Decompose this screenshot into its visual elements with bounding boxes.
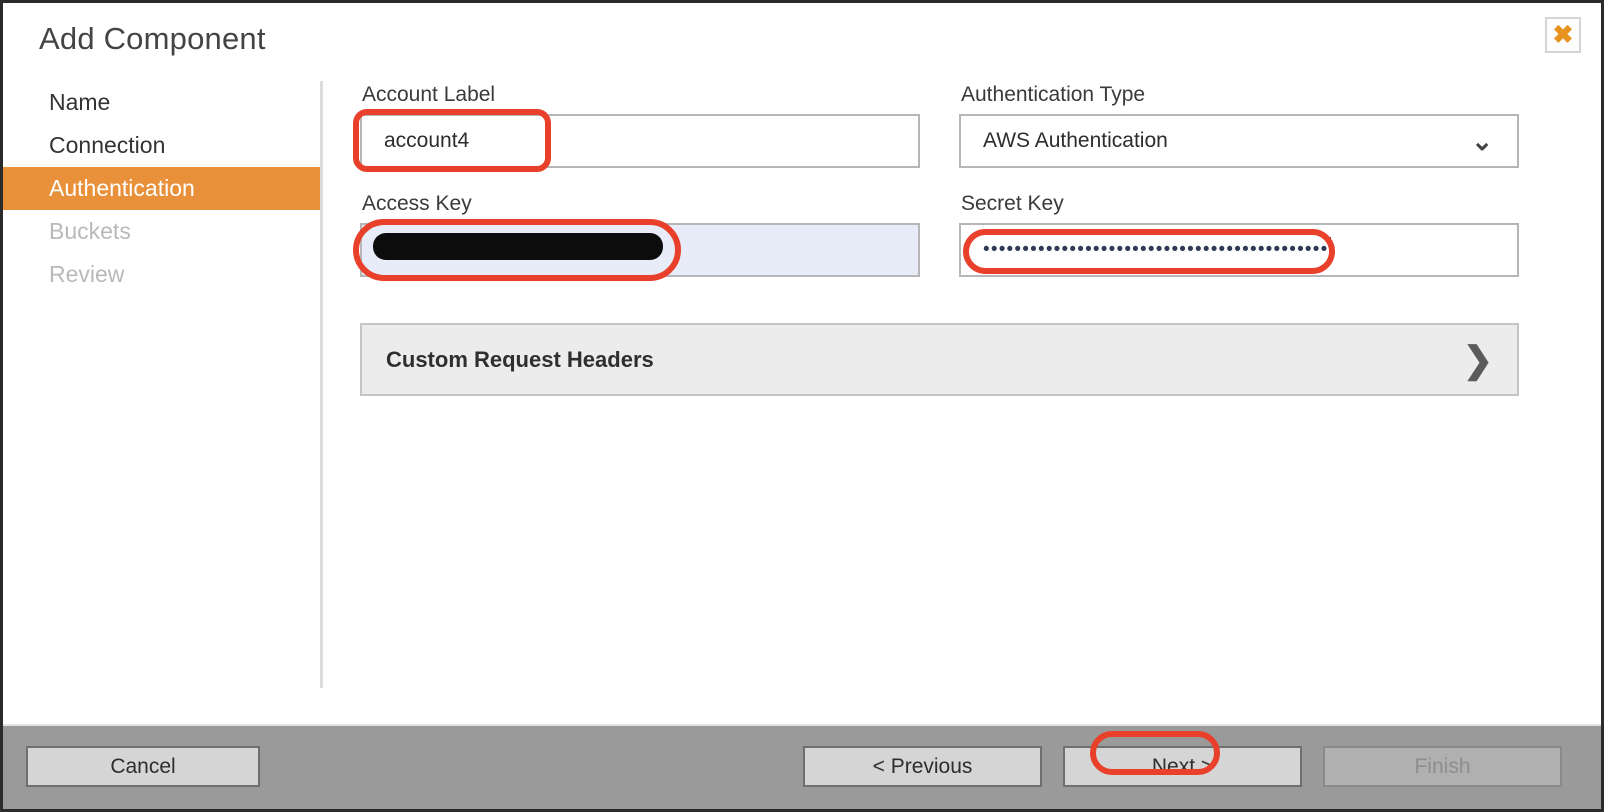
close-button[interactable]: ✖ xyxy=(1545,17,1581,53)
text-caret xyxy=(1329,237,1331,263)
sidebar-item-authentication[interactable]: Authentication xyxy=(3,167,321,210)
authentication-type-select[interactable]: AWS Authentication ⌄ xyxy=(959,114,1519,168)
secret-key-label: Secret Key xyxy=(961,192,1064,216)
secret-key-masked-value: ••••••••••••••••••••••••••••••••••••••••… xyxy=(983,239,1328,261)
custom-request-headers-panel[interactable]: Custom Request Headers ❯ xyxy=(360,323,1519,396)
page-title: Add Component xyxy=(39,21,266,57)
account-label-label: Account Label xyxy=(362,83,495,107)
sidebar-divider xyxy=(320,81,323,688)
sidebar-item-label: Review xyxy=(49,261,124,288)
sidebar-item-connection[interactable]: Connection xyxy=(3,124,321,167)
finish-button: Finish xyxy=(1323,746,1562,787)
custom-request-headers-title: Custom Request Headers xyxy=(386,347,654,373)
sidebar-item-label: Connection xyxy=(49,132,165,159)
close-icon: ✖ xyxy=(1553,23,1574,48)
sidebar-item-buckets: Buckets xyxy=(3,210,321,253)
cancel-button[interactable]: Cancel xyxy=(26,746,260,787)
sidebar-item-name[interactable]: Name xyxy=(3,81,321,124)
wizard-steps: Name Connection Authentication Buckets R… xyxy=(3,81,321,691)
chevron-down-icon: ⌄ xyxy=(1471,128,1493,154)
access-key-redaction-bar xyxy=(373,233,663,260)
add-component-dialog: Add Component ✖ Name Connection Authenti… xyxy=(0,0,1604,812)
dialog-footer: Cancel < Previous Next > Finish xyxy=(3,724,1601,809)
authentication-type-value: AWS Authentication xyxy=(983,129,1168,153)
next-button[interactable]: Next > xyxy=(1063,746,1302,787)
secret-key-input[interactable]: ••••••••••••••••••••••••••••••••••••••••… xyxy=(959,223,1519,277)
authentication-type-label: Authentication Type xyxy=(961,83,1145,107)
sidebar-item-label: Buckets xyxy=(49,218,131,245)
sidebar-item-review: Review xyxy=(3,253,321,296)
dialog-content: Add Component ✖ Name Connection Authenti… xyxy=(3,3,1601,730)
account-label-input[interactable]: account4 xyxy=(360,114,920,168)
previous-button[interactable]: < Previous xyxy=(803,746,1042,787)
access-key-label: Access Key xyxy=(362,192,472,216)
chevron-right-icon: ❯ xyxy=(1463,342,1493,378)
sidebar-item-label: Name xyxy=(49,89,110,116)
sidebar-item-label: Authentication xyxy=(49,175,195,202)
